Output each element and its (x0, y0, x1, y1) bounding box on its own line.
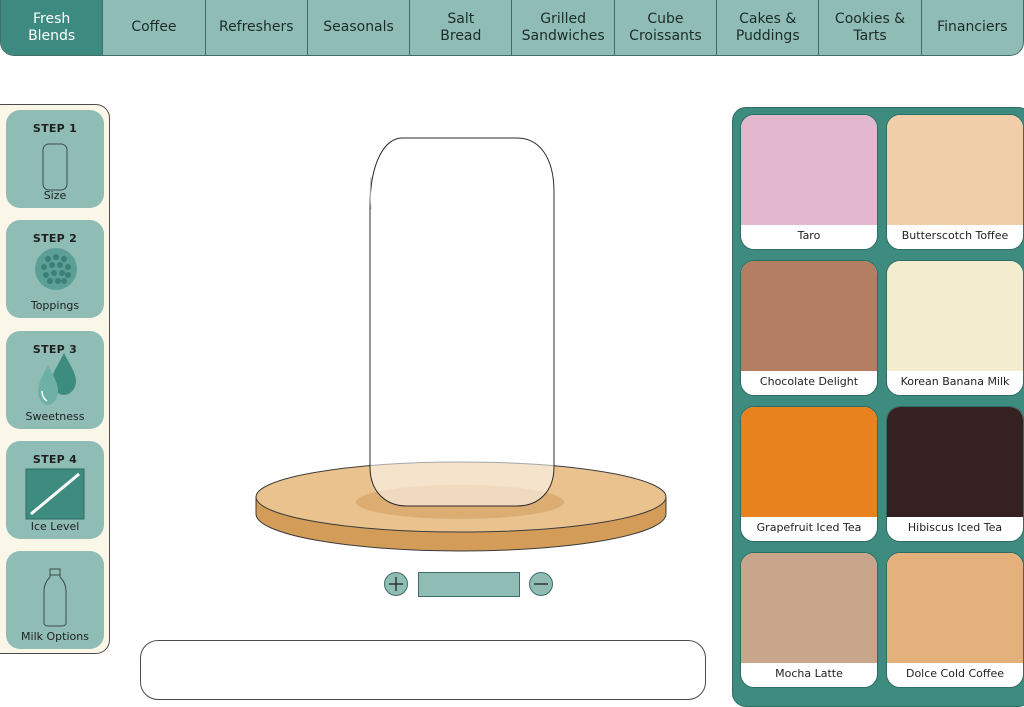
step-title: STEP 1 (32, 122, 78, 135)
order-summary-panel (140, 640, 706, 700)
flavor-name: Butterscotch Toffee (901, 229, 1009, 242)
category-nav: Fresh Blends Coffee Refreshers Seasonals… (0, 0, 1024, 56)
nav-fresh-blends[interactable]: Fresh Blends (1, 0, 104, 55)
drops-icon (38, 353, 76, 405)
nav-cakes-puddings[interactable]: Cakes & Puddings (717, 0, 820, 55)
flavor-card-grapefruit-iced-tea[interactable]: Grapefruit Iced Tea (740, 406, 878, 542)
flavor-swatch (741, 553, 877, 663)
flavor-card-hibiscus-iced-tea[interactable]: Hibiscus Iced Tea (886, 406, 1024, 542)
flavor-swatch (741, 261, 877, 371)
minus-icon (534, 583, 548, 585)
step-title: STEP 2 (32, 232, 78, 245)
step-label: Sweetness (25, 410, 85, 423)
nav-coffee[interactable]: Coffee (103, 0, 206, 55)
flavor-name: Grapefruit Iced Tea (756, 521, 862, 534)
flavor-swatch (887, 261, 1023, 371)
cup-preview (369, 137, 555, 507)
flavor-swatch (741, 407, 877, 517)
flavor-card-korean-banana-milk[interactable]: Korean Banana Milk (886, 260, 1024, 396)
flavor-swatch (741, 115, 877, 225)
flavor-card-dolce-cold-coffee[interactable]: Dolce Cold Coffee (886, 552, 1024, 688)
flavor-name: Korean Banana Milk (900, 375, 1010, 388)
nav-cube-croissants[interactable]: Cube Croissants (615, 0, 718, 55)
build-steps-panel: STEP 1 Size STEP 2 Toppings STEP 3 Sweet… (0, 104, 110, 654)
ice-icon (25, 468, 85, 520)
flavor-card-butterscotch-toffee[interactable]: Butterscotch Toffee (886, 114, 1024, 250)
flavor-name: Mocha Latte (775, 667, 843, 680)
nav-cookies-tarts[interactable]: Cookies & Tarts (819, 0, 922, 55)
step-toppings-button[interactable]: STEP 2 Toppings (6, 220, 104, 318)
flavor-swatch (887, 553, 1023, 663)
step-label: Ice Level (30, 520, 80, 533)
decrease-button[interactable] (529, 572, 553, 596)
step-label: Milk Options (21, 630, 89, 643)
step-sweetness-button[interactable]: STEP 3 Sweetness (6, 331, 104, 429)
flavor-name: Hibiscus Iced Tea (907, 521, 1003, 534)
step-title: STEP 4 (32, 453, 78, 466)
increase-button[interactable] (384, 572, 408, 596)
flavor-swatch (887, 115, 1023, 225)
flavor-swatch (887, 407, 1023, 517)
size-value-display (418, 572, 520, 597)
flavor-name: Taro (797, 229, 821, 242)
nav-salt-bread[interactable]: Salt Bread (410, 0, 513, 55)
size-controls (384, 571, 556, 599)
plus-icon (389, 577, 403, 591)
step-ice-level-button[interactable]: STEP 4 Ice Level (6, 441, 104, 539)
flavor-card-mocha-latte[interactable]: Mocha Latte (740, 552, 878, 688)
drink-preview (250, 130, 670, 560)
flavor-grid: Taro Butterscotch Toffee Chocolate Delig… (732, 107, 1024, 707)
milk-bottle-icon (43, 568, 67, 627)
step-milk-options-button[interactable]: Milk Options (6, 551, 104, 649)
boba-icon (35, 248, 77, 290)
step-label: Size (43, 189, 67, 202)
flavor-name: Dolce Cold Coffee (905, 667, 1005, 680)
flavor-card-chocolate-delight[interactable]: Chocolate Delight (740, 260, 878, 396)
step-size-button[interactable]: STEP 1 Size (6, 110, 104, 208)
flavor-card-taro[interactable]: Taro (740, 114, 878, 250)
step-label: Toppings (30, 299, 80, 312)
nav-seasonals[interactable]: Seasonals (308, 0, 411, 55)
flavor-name: Chocolate Delight (759, 375, 859, 388)
nav-grilled-sandwiches[interactable]: Grilled Sandwiches (512, 0, 615, 55)
nav-refreshers[interactable]: Refreshers (206, 0, 308, 55)
nav-financiers[interactable]: Financiers (922, 0, 1023, 55)
cup-icon (42, 143, 68, 191)
